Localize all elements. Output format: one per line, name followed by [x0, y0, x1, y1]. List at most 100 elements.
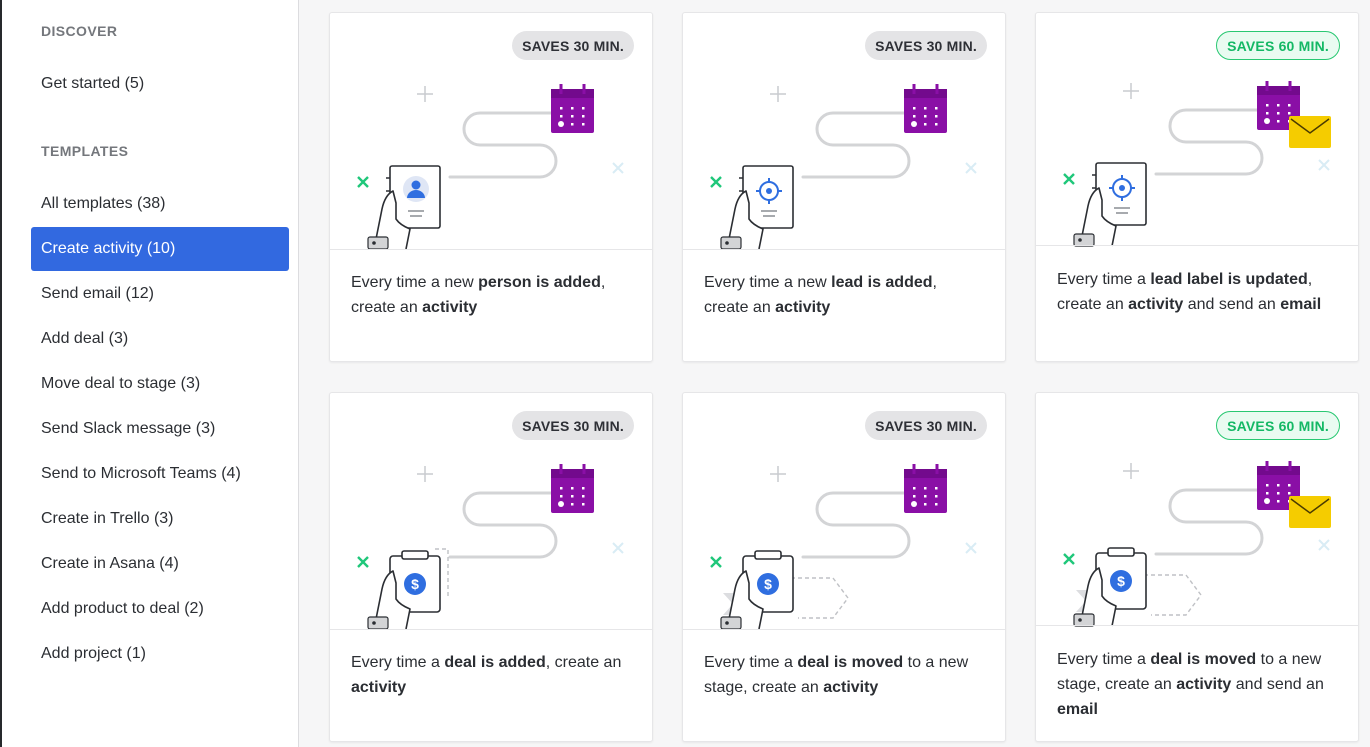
nav-item-move-deal-to-stage[interactable]: Move deal to stage (3): [31, 362, 289, 406]
description-text: Every time a new: [351, 274, 479, 291]
workflow-connector-line: [448, 111, 558, 179]
description-keyword: activity: [775, 299, 831, 316]
calendar-header: [551, 469, 594, 478]
description-text: , create an: [545, 654, 622, 671]
clipboard-clip: [401, 550, 429, 560]
calendar-day-dot: [582, 123, 585, 126]
description-keyword: email: [1280, 296, 1322, 313]
calendar-header: [1257, 466, 1300, 475]
calendar-day-dot: [913, 487, 916, 490]
templates-heading: TEMPLATES: [41, 143, 129, 159]
calendar-day-dot: [571, 115, 574, 118]
nav-item-create-activity[interactable]: Create activity (10): [31, 227, 289, 271]
template-card-lead-added[interactable]: SAVES 30 MIN. Every time a new lead is a…: [682, 12, 1006, 362]
calendar-day-dot: [913, 495, 916, 498]
calendar-today-dot: [1264, 498, 1270, 504]
description-keyword: activity: [1176, 676, 1232, 693]
saves-time-badge: SAVES 30 MIN.: [865, 411, 987, 440]
template-description: Every time a new person is added, create…: [351, 270, 632, 320]
calendar-today-dot: [558, 121, 564, 127]
calendar-day-dot: [582, 487, 585, 490]
calendar-day-dot: [924, 503, 927, 506]
nav-item-create-in-asana[interactable]: Create in Asana (4): [31, 542, 289, 586]
lead-target-document-icon: [720, 165, 794, 249]
clipboard-clip: [1107, 547, 1135, 557]
calendar-day-dot: [935, 495, 938, 498]
template-card-deal-moved-email[interactable]: $ SAVES 60 MIN. Every time a deal is mov…: [1035, 392, 1359, 742]
template-card-lead-label-updated[interactable]: SAVES 60 MIN. Every time a lead label is…: [1035, 12, 1359, 362]
description-text: Every time a new: [704, 274, 832, 291]
calendar-day-dot: [571, 123, 574, 126]
calendar-day-dot: [582, 115, 585, 118]
calendar-day-dot: [1277, 104, 1280, 107]
x-sparkle-icon: [1063, 173, 1075, 185]
calendar-day-dot: [1277, 484, 1280, 487]
x-sparkle-icon: [1063, 553, 1075, 565]
calendar-header: [1257, 86, 1300, 95]
calendar-icon: [904, 464, 947, 513]
card-divider: [683, 629, 1005, 630]
calendar-day-dot: [560, 495, 563, 498]
description-keyword: activity: [351, 679, 407, 696]
description-keyword: lead label is updated: [1150, 271, 1308, 288]
nav-item-create-in-trello[interactable]: Create in Trello (3): [31, 497, 289, 541]
plus-sparkle-icon: [417, 466, 433, 482]
calendar-day-dot: [1288, 112, 1291, 115]
calendar-day-dot: [571, 487, 574, 490]
nav-item-send-email[interactable]: Send email (12): [31, 272, 289, 316]
template-description: Every time a deal is added, create an ac…: [351, 650, 632, 700]
x-sparkle-icon: [357, 556, 369, 568]
calendar-day-dot: [924, 487, 927, 490]
calendar-day-dot: [1277, 492, 1280, 495]
card-divider: [1036, 245, 1358, 246]
calendar-day-dot: [1288, 492, 1291, 495]
cuff-button: [372, 621, 376, 625]
lead-target-document-icon: [1073, 162, 1147, 247]
description-keyword: activity: [823, 679, 879, 696]
dollar-sign-glyph: $: [1117, 573, 1125, 589]
description-text: Every time a: [704, 654, 798, 671]
plus-sparkle-icon: [1123, 463, 1139, 479]
nav-item-send-slack-message[interactable]: Send Slack message (3): [31, 407, 289, 451]
workflow-connector-line: [801, 491, 911, 559]
card-divider: [330, 249, 652, 250]
calendar-day-dot: [924, 495, 927, 498]
calendar-day-dot: [913, 107, 916, 110]
nav-item-add-project[interactable]: Add project (1): [31, 632, 289, 676]
cuff-shape: [720, 236, 742, 249]
calendar-day-dot: [924, 107, 927, 110]
plus-sparkle-icon: [770, 466, 786, 482]
email-envelope-icon: [1289, 116, 1331, 148]
x-sparkle-icon: [965, 162, 977, 174]
document-shape: [742, 165, 794, 229]
nav-item-get-started[interactable]: Get started (5): [31, 62, 289, 106]
calendar-day-dot: [1266, 104, 1269, 107]
calendar-day-dot: [1277, 120, 1280, 123]
plus-sparkle-icon: [770, 86, 786, 102]
cuff-button: [1078, 618, 1082, 622]
calendar-icon: [551, 84, 594, 133]
calendar-day-dot: [924, 115, 927, 118]
calendar-today-dot: [911, 501, 917, 507]
saves-time-badge: SAVES 30 MIN.: [865, 31, 987, 60]
calendar-header: [551, 89, 594, 98]
template-card-deal-moved[interactable]: $ SAVES 30 MIN. Every time a deal is mov…: [682, 392, 1006, 742]
deal-dollar-clipboard-icon: $: [367, 548, 449, 629]
nav-item-add-product-to-deal[interactable]: Add product to deal (2): [31, 587, 289, 631]
saves-time-badge: SAVES 30 MIN.: [512, 411, 634, 440]
email-envelope-icon: [1289, 496, 1331, 528]
calendar-day-dot: [1288, 484, 1291, 487]
description-keyword: activity: [422, 299, 478, 316]
x-sparkle-icon: [612, 162, 624, 174]
calendar-day-dot: [571, 107, 574, 110]
nav-item-all-templates[interactable]: All templates (38): [31, 182, 289, 226]
nav-item-send-to-microsoft-teams[interactable]: Send to Microsoft Teams (4): [31, 452, 289, 496]
template-card-person-added[interactable]: SAVES 30 MIN. Every time a new person is…: [329, 12, 653, 362]
calendar-day-dot: [935, 107, 938, 110]
calendar-today-dot: [911, 121, 917, 127]
template-card-deal-added[interactable]: $ SAVES 30 MIN. Every time a deal is add…: [329, 392, 653, 742]
card-divider: [683, 249, 1005, 250]
nav-item-add-deal[interactable]: Add deal (3): [31, 317, 289, 361]
plus-sparkle-icon: [1123, 83, 1139, 99]
workflow-connector-line: [448, 491, 558, 559]
